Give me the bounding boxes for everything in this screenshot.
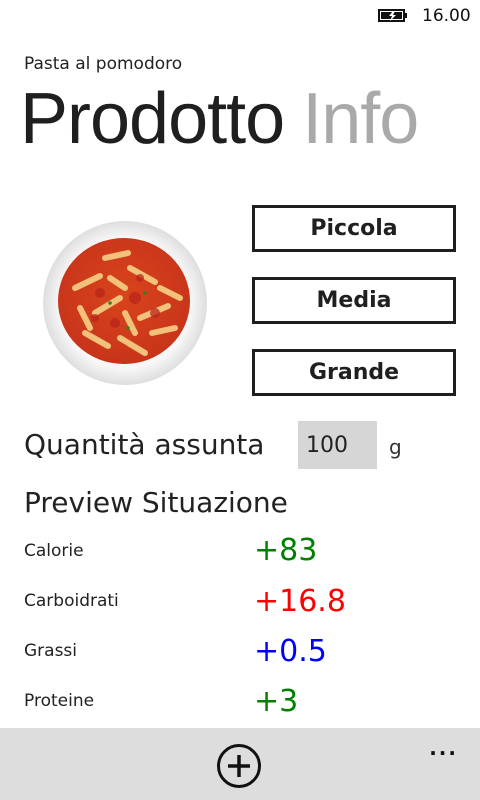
pivot-header: Prodotto Info [20, 78, 419, 160]
nutrient-label-carboidrati: Carboidrati [24, 591, 119, 611]
nutrient-value-calorie: +83 [254, 533, 318, 568]
status-bar: 16.00 [0, 0, 480, 32]
add-circle-icon[interactable] [216, 743, 262, 789]
quantity-label: Quantità assunta [24, 428, 265, 461]
nutrient-label-proteine: Proteine [24, 691, 95, 711]
nutrient-value-grassi: +0.5 [254, 634, 327, 669]
quantity-unit: g [389, 435, 402, 459]
app-title: Pasta al pomodoro [24, 54, 183, 74]
more-icon[interactable]: ... [429, 736, 458, 760]
app-bar: ... [0, 728, 480, 800]
nutrient-value-proteine: +3 [254, 684, 299, 719]
status-time: 16.00 [422, 6, 471, 26]
portion-large-button[interactable]: Grande [252, 349, 456, 396]
portion-small-button[interactable]: Piccola [252, 205, 456, 252]
preview-title: Preview Situazione [24, 486, 288, 519]
portion-medium-button[interactable]: Media [252, 277, 456, 324]
nutrient-label-grassi: Grassi [24, 641, 78, 661]
nutrient-value-carboidrati: +16.8 [254, 584, 346, 619]
tab-info[interactable]: Info [302, 79, 419, 159]
tab-prodotto[interactable]: Prodotto [20, 79, 285, 159]
battery-charging-icon [378, 9, 407, 22]
pasta-plate-image [43, 221, 207, 385]
nutrient-label-calorie: Calorie [24, 541, 84, 561]
quantity-input[interactable] [298, 421, 377, 469]
